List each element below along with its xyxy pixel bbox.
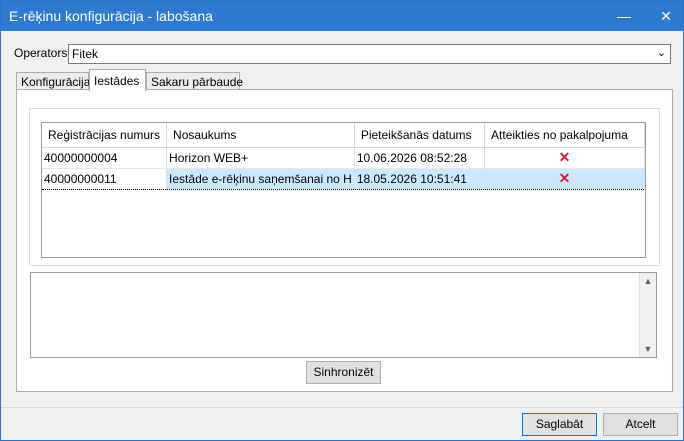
table-row[interactable]: 40000000004 Horizon WEB+ 10.06.2026 08:5… (42, 147, 645, 169)
window-title: E-rēķinu konfigurācija - labošana (9, 8, 213, 24)
date-cell: 18.05.2026 10:51:41 (354, 167, 486, 190)
cancel-button[interactable]: Atcelt (603, 413, 678, 436)
scroll-down-icon[interactable]: ▼ (640, 344, 656, 354)
chevron-down-icon[interactable]: ⌄ (657, 46, 666, 59)
tab-iestades[interactable]: Iestādes (89, 69, 146, 91)
log-textarea[interactable]: ▲ ▼ (30, 272, 657, 358)
column-header[interactable]: Reģistrācijas numurs (42, 123, 168, 148)
reg-number-cell: 40000000004 (42, 147, 168, 169)
name-cell: Horizon WEB+ (166, 147, 355, 169)
date-cell: 10.06.2026 08:52:28 (354, 147, 486, 169)
column-header[interactable]: Nosaukums (166, 123, 355, 148)
delete-icon[interactable]: ✕ (487, 170, 642, 187)
footer-divider (1, 407, 683, 408)
institutions-table[interactable]: Reģistrācijas numurs Nosaukums Pieteikša… (41, 122, 646, 258)
scroll-up-icon[interactable]: ▲ (640, 276, 656, 286)
save-button[interactable]: Saglabāt (522, 413, 597, 436)
column-header[interactable]: Atteikties no pakalpojuma (484, 123, 645, 148)
tab-sakaru-parbaude[interactable]: Sakaru pārbaude (146, 72, 243, 90)
table-header: Reģistrācijas numurs Nosaukums Pieteikša… (42, 123, 645, 148)
unsubscribe-cell[interactable]: ✕ (484, 167, 645, 190)
name-cell: Iestāde e-rēķinu saņemšanai no H (166, 167, 355, 190)
column-header[interactable]: Pieteikšanās datums (354, 123, 486, 148)
scrollbar[interactable]: ▲ ▼ (639, 273, 656, 357)
reg-number-cell: 40000000011 (42, 167, 168, 190)
table-row[interactable]: 40000000011 Iestāde e-rēķinu saņemšanai … (42, 167, 645, 190)
operator-label: Operators (14, 46, 68, 60)
iestades-panel: Reģistrācijas numurs Nosaukums Pieteikša… (16, 89, 673, 392)
delete-icon[interactable]: ✕ (487, 149, 642, 166)
title-bar: E-rēķinu konfigurācija - labošana — ✕ (1, 1, 683, 31)
unsubscribe-cell[interactable]: ✕ (484, 147, 645, 169)
close-icon[interactable]: ✕ (649, 1, 683, 31)
sync-button[interactable]: Sinhronizēt (306, 361, 381, 384)
tab-konfiguracija[interactable]: Konfigurācija (16, 72, 90, 90)
operator-value: Fitek (72, 47, 99, 61)
operator-select[interactable]: Fitek ⌄ (68, 44, 671, 64)
minimize-button[interactable]: — (607, 1, 641, 31)
window: E-rēķinu konfigurācija - labošana — ✕ Op… (0, 0, 684, 441)
